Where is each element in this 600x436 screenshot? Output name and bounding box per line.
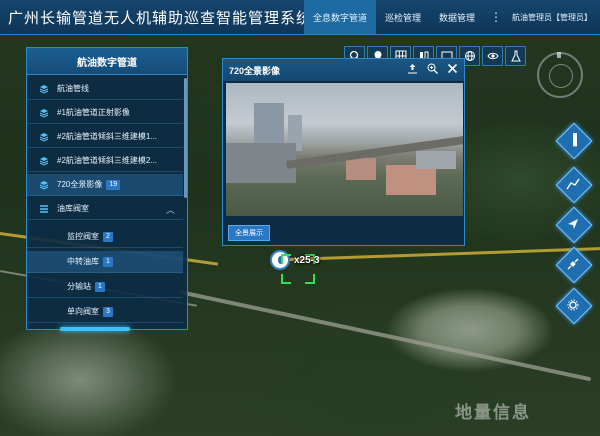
panorama-panel: 720全景影像 全景展示: [222, 58, 465, 246]
panorama-show-button[interactable]: 全景展示: [228, 225, 270, 241]
count-badge: 2: [103, 231, 113, 242]
sidebar-item-label: 720全景影像: [57, 180, 103, 189]
sidebar-title: 航油数字管道: [27, 48, 187, 75]
sidebar-item-label: 分输站: [67, 282, 91, 291]
tab-holographic-pipeline[interactable]: 全息数字管道: [303, 0, 376, 34]
sidebar-item-label: #2航油管道倾斜三维建模1...: [57, 132, 158, 141]
flask-icon[interactable]: [505, 46, 526, 66]
satellite-icon[interactable]: [555, 246, 593, 284]
vertical-ellipsis-icon[interactable]: ⋮: [484, 0, 508, 34]
sidebar-item-orthophoto[interactable]: #1航油管道正射影像: [27, 102, 183, 124]
main-nav: 全息数字管道 巡检管理 数据管理 ⋮ 航油管理员【管理员】: [303, 0, 600, 34]
panel-glow-accent: [60, 327, 130, 331]
pipeline-line: [289, 246, 600, 261]
app-title: 广州长输管道无人机辅助巡查智能管理系统: [8, 10, 313, 27]
highway: [179, 290, 592, 382]
zoom-in-icon[interactable]: [427, 63, 438, 74]
panorama-image[interactable]: [226, 83, 463, 216]
tab-data-management[interactable]: 数据管理: [430, 0, 484, 34]
count-badge: 1: [103, 256, 113, 267]
sidebar-subitem-monitor-valve[interactable]: 监控阀室 2: [27, 226, 183, 248]
sidebar-subitem-transfer-depot[interactable]: 中转油库 1: [27, 251, 183, 273]
sidebar-subitem-distribution-station[interactable]: 分输站 1: [27, 276, 183, 298]
sidebar-item-label: 油库阀室: [57, 204, 89, 213]
marker-label: x25-3: [294, 255, 320, 266]
sidebar-item-label: #2航油管道倾斜三维建模2...: [57, 156, 158, 165]
chevron-up-icon[interactable]: ︿: [166, 203, 175, 216]
sidebar-item-label: 中转油库: [67, 257, 99, 266]
upload-icon[interactable]: [407, 63, 418, 74]
watermark: 地量信息: [455, 403, 531, 422]
layer-stack-icon: [39, 132, 49, 142]
settings-gear-icon[interactable]: [555, 287, 593, 325]
send-arrow-icon[interactable]: [555, 206, 593, 244]
count-badge: 1: [95, 281, 105, 292]
sidebar-item-oblique-model-2[interactable]: #2航油管道倾斜三维建模2...: [27, 150, 183, 172]
sidebar-item-label: 监控阀室: [67, 232, 99, 241]
sidebar-item-oblique-model-1[interactable]: #2航油管道倾斜三维建模1...: [27, 126, 183, 148]
line-measure-icon[interactable]: [555, 166, 593, 204]
layer-stack-icon: [39, 84, 49, 94]
compass-icon[interactable]: [537, 52, 583, 98]
sidebar-item-valve-rooms[interactable]: 油库阀室 ︿: [27, 198, 183, 220]
layer-stack-icon: [39, 156, 49, 166]
tab-inspection-management[interactable]: 巡检管理: [376, 0, 430, 34]
sidebar-panel: 航油数字管道 航油管线 #1航油管道正射影像 #2航油管道倾斜三维建模1... …: [26, 47, 188, 330]
sidebar-item-label: 航油管线: [57, 84, 89, 93]
sidebar-item-pipeline[interactable]: 航油管线: [27, 78, 183, 100]
sidebar-item-panorama[interactable]: 720全景影像 19: [27, 174, 183, 196]
list-icon: [40, 204, 48, 213]
panel-actions: [407, 63, 458, 74]
close-icon[interactable]: [447, 63, 458, 74]
sidebar-item-label: 单向阀室: [67, 307, 99, 316]
layer-stack-icon: [39, 108, 49, 118]
count-badge: 19: [106, 179, 121, 190]
sidebar-item-label: #1航油管道正射影像: [57, 108, 130, 117]
sidebar-scrollbar[interactable]: [184, 78, 187, 198]
door-icon[interactable]: ▐: [555, 122, 593, 160]
count-badge: 3: [103, 306, 113, 317]
app-header: 广州长输管道无人机辅助巡查智能管理系统 全息数字管道 巡检管理 数据管理 ⋮ 航…: [0, 0, 600, 35]
sidebar-subitem-check-valve[interactable]: 单向阀室 3: [27, 301, 183, 323]
layer-stack-icon: [39, 180, 49, 190]
user-menu[interactable]: 航油管理员【管理员】: [508, 0, 600, 34]
eye-icon[interactable]: [482, 46, 503, 66]
